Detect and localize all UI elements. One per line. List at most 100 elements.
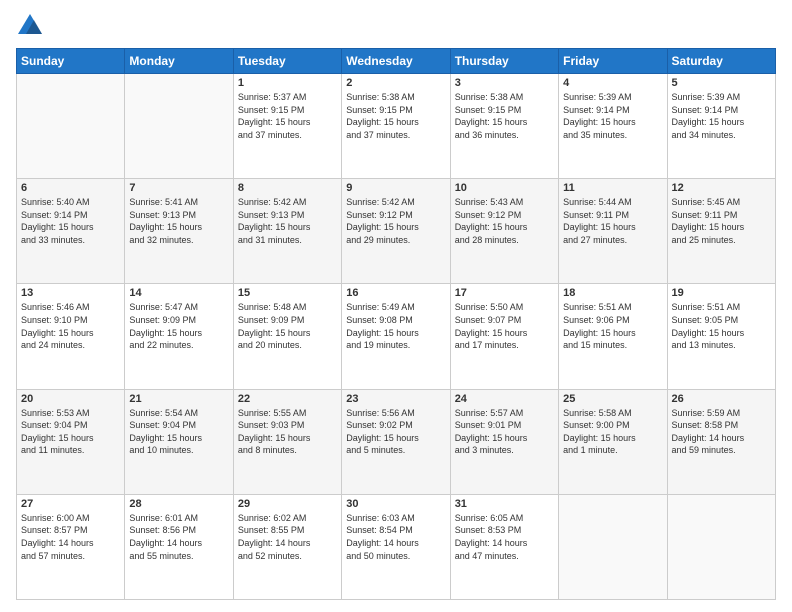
week-row-2: 6 Sunrise: 5:40 AMSunset: 9:14 PMDaylight…	[17, 179, 776, 284]
day-number: 6	[21, 182, 120, 194]
calendar-cell: 27 Sunrise: 6:00 AMSunset: 8:57 PMDayligh…	[17, 494, 125, 599]
day-number: 30	[346, 498, 445, 510]
day-number: 17	[455, 287, 554, 299]
cell-info: Sunrise: 5:51 AMSunset: 9:06 PMDaylight:…	[563, 301, 662, 351]
calendar-cell: 16 Sunrise: 5:49 AMSunset: 9:08 PMDayligh…	[342, 284, 450, 389]
week-row-4: 20 Sunrise: 5:53 AMSunset: 9:04 PMDayligh…	[17, 389, 776, 494]
cell-info: Sunrise: 5:45 AMSunset: 9:11 PMDaylight:…	[672, 196, 771, 246]
day-number: 5	[672, 77, 771, 89]
day-header-wednesday: Wednesday	[342, 49, 450, 74]
day-number: 7	[129, 182, 228, 194]
day-number: 18	[563, 287, 662, 299]
day-number: 19	[672, 287, 771, 299]
day-number: 12	[672, 182, 771, 194]
day-header-sunday: Sunday	[17, 49, 125, 74]
calendar-cell: 15Sunrise: 5:48 AMSunset: 9:09 PMDayligh…	[233, 284, 341, 389]
calendar-cell: 14 Sunrise: 5:47 AMSunset: 9:09 PMDayligh…	[125, 284, 233, 389]
calendar-table: SundayMondayTuesdayWednesdayThursdayFrid…	[16, 48, 776, 600]
day-number: 13	[21, 287, 120, 299]
calendar-cell	[125, 74, 233, 179]
calendar-cell: 18 Sunrise: 5:51 AMSunset: 9:06 PMDayligh…	[559, 284, 667, 389]
day-number: 27	[21, 498, 120, 510]
day-number: 20	[21, 393, 120, 405]
calendar-cell: 1Sunrise: 5:37 AMSunset: 9:15 PMDaylight…	[233, 74, 341, 179]
week-row-3: 13 Sunrise: 5:46 AMSunset: 9:10 PMDayligh…	[17, 284, 776, 389]
calendar-cell: 20 Sunrise: 5:53 AMSunset: 9:04 PMDayligh…	[17, 389, 125, 494]
calendar-cell: 13 Sunrise: 5:46 AMSunset: 9:10 PMDayligh…	[17, 284, 125, 389]
day-number: 4	[563, 77, 662, 89]
calendar-cell: 12 Sunrise: 5:45 AMSunset: 9:11 PMDayligh…	[667, 179, 775, 284]
day-number: 22	[238, 393, 337, 405]
day-number: 21	[129, 393, 228, 405]
cell-info: Sunrise: 5:57 AMSunset: 9:01 PMDaylight:…	[455, 407, 554, 457]
cell-info: Sunrise: 5:53 AMSunset: 9:04 PMDaylight:…	[21, 407, 120, 457]
cell-info: Sunrise: 5:54 AMSunset: 9:04 PMDaylight:…	[129, 407, 228, 457]
calendar-cell: 6 Sunrise: 5:40 AMSunset: 9:14 PMDaylight…	[17, 179, 125, 284]
week-row-5: 27 Sunrise: 6:00 AMSunset: 8:57 PMDayligh…	[17, 494, 776, 599]
calendar-cell: 8 Sunrise: 5:42 AMSunset: 9:13 PMDaylight…	[233, 179, 341, 284]
calendar-cell: 30 Sunrise: 6:03 AMSunset: 8:54 PMDayligh…	[342, 494, 450, 599]
cell-info: Sunrise: 5:46 AMSunset: 9:10 PMDaylight:…	[21, 301, 120, 351]
cell-info: Sunrise: 5:56 AMSunset: 9:02 PMDaylight:…	[346, 407, 445, 457]
calendar-cell: 3 Sunrise: 5:38 AMSunset: 9:15 PMDaylight…	[450, 74, 558, 179]
cell-info: Sunrise: 6:03 AMSunset: 8:54 PMDaylight:…	[346, 512, 445, 562]
day-number: 11	[563, 182, 662, 194]
cell-info: Sunrise: 6:01 AMSunset: 8:56 PMDaylight:…	[129, 512, 228, 562]
day-number: 8	[238, 182, 337, 194]
calendar-cell: 10 Sunrise: 5:43 AMSunset: 9:12 PMDayligh…	[450, 179, 558, 284]
calendar-cell: 17 Sunrise: 5:50 AMSunset: 9:07 PMDayligh…	[450, 284, 558, 389]
calendar-cell: 9 Sunrise: 5:42 AMSunset: 9:12 PMDaylight…	[342, 179, 450, 284]
calendar-cell: 28 Sunrise: 6:01 AMSunset: 8:56 PMDayligh…	[125, 494, 233, 599]
cell-info: Sunrise: 5:59 AMSunset: 8:58 PMDaylight:…	[672, 407, 771, 457]
cell-info: Sunrise: 5:42 AMSunset: 9:12 PMDaylight:…	[346, 196, 445, 246]
day-header-monday: Monday	[125, 49, 233, 74]
header-row: SundayMondayTuesdayWednesdayThursdayFrid…	[17, 49, 776, 74]
logo-icon	[16, 12, 44, 40]
cell-info: Sunrise: 6:02 AMSunset: 8:55 PMDaylight:…	[238, 512, 337, 562]
day-number: 23	[346, 393, 445, 405]
day-number: 16	[346, 287, 445, 299]
cell-info: Sunrise: 6:00 AMSunset: 8:57 PMDaylight:…	[21, 512, 120, 562]
cell-info: Sunrise: 5:50 AMSunset: 9:07 PMDaylight:…	[455, 301, 554, 351]
week-row-1: 1Sunrise: 5:37 AMSunset: 9:15 PMDaylight…	[17, 74, 776, 179]
calendar-body: 1Sunrise: 5:37 AMSunset: 9:15 PMDaylight…	[17, 74, 776, 600]
page: SundayMondayTuesdayWednesdayThursdayFrid…	[0, 0, 792, 612]
day-number: 9	[346, 182, 445, 194]
cell-info: Sunrise: 5:39 AMSunset: 9:14 PMDaylight:…	[672, 91, 771, 141]
day-number: 3	[455, 77, 554, 89]
day-number: 26	[672, 393, 771, 405]
calendar-cell: 7 Sunrise: 5:41 AMSunset: 9:13 PMDaylight…	[125, 179, 233, 284]
day-header-tuesday: Tuesday	[233, 49, 341, 74]
cell-info: Sunrise: 5:41 AMSunset: 9:13 PMDaylight:…	[129, 196, 228, 246]
cell-info: Sunrise: 5:44 AMSunset: 9:11 PMDaylight:…	[563, 196, 662, 246]
calendar-cell: 2Sunrise: 5:38 AMSunset: 9:15 PMDaylight…	[342, 74, 450, 179]
calendar-cell: 5 Sunrise: 5:39 AMSunset: 9:14 PMDaylight…	[667, 74, 775, 179]
day-number: 10	[455, 182, 554, 194]
day-number: 28	[129, 498, 228, 510]
day-number: 14	[129, 287, 228, 299]
calendar-cell: 31Sunrise: 6:05 AMSunset: 8:53 PMDayligh…	[450, 494, 558, 599]
calendar-cell	[667, 494, 775, 599]
cell-info: Sunrise: 5:42 AMSunset: 9:13 PMDaylight:…	[238, 196, 337, 246]
day-number: 24	[455, 393, 554, 405]
cell-info: Sunrise: 5:58 AMSunset: 9:00 PMDaylight:…	[563, 407, 662, 457]
day-number: 1	[238, 77, 337, 89]
cell-info: Sunrise: 5:39 AMSunset: 9:14 PMDaylight:…	[563, 91, 662, 141]
day-number: 31	[455, 498, 554, 510]
cell-info: Sunrise: 5:38 AMSunset: 9:15 PMDaylight:…	[455, 91, 554, 141]
day-header-thursday: Thursday	[450, 49, 558, 74]
cell-info: Sunrise: 5:43 AMSunset: 9:12 PMDaylight:…	[455, 196, 554, 246]
cell-info: Sunrise: 5:55 AMSunset: 9:03 PMDaylight:…	[238, 407, 337, 457]
day-number: 29	[238, 498, 337, 510]
cell-info: Sunrise: 5:47 AMSunset: 9:09 PMDaylight:…	[129, 301, 228, 351]
logo	[16, 12, 48, 40]
cell-info: Sunrise: 5:48 AMSunset: 9:09 PMDaylight:…	[238, 301, 337, 351]
calendar-cell: 26 Sunrise: 5:59 AMSunset: 8:58 PMDayligh…	[667, 389, 775, 494]
cell-info: Sunrise: 5:40 AMSunset: 9:14 PMDaylight:…	[21, 196, 120, 246]
cell-info: Sunrise: 5:49 AMSunset: 9:08 PMDaylight:…	[346, 301, 445, 351]
calendar-cell: 24 Sunrise: 5:57 AMSunset: 9:01 PMDayligh…	[450, 389, 558, 494]
cell-info: Sunrise: 5:51 AMSunset: 9:05 PMDaylight:…	[672, 301, 771, 351]
calendar-cell: 23 Sunrise: 5:56 AMSunset: 9:02 PMDayligh…	[342, 389, 450, 494]
calendar-cell: 29 Sunrise: 6:02 AMSunset: 8:55 PMDayligh…	[233, 494, 341, 599]
calendar-cell	[17, 74, 125, 179]
